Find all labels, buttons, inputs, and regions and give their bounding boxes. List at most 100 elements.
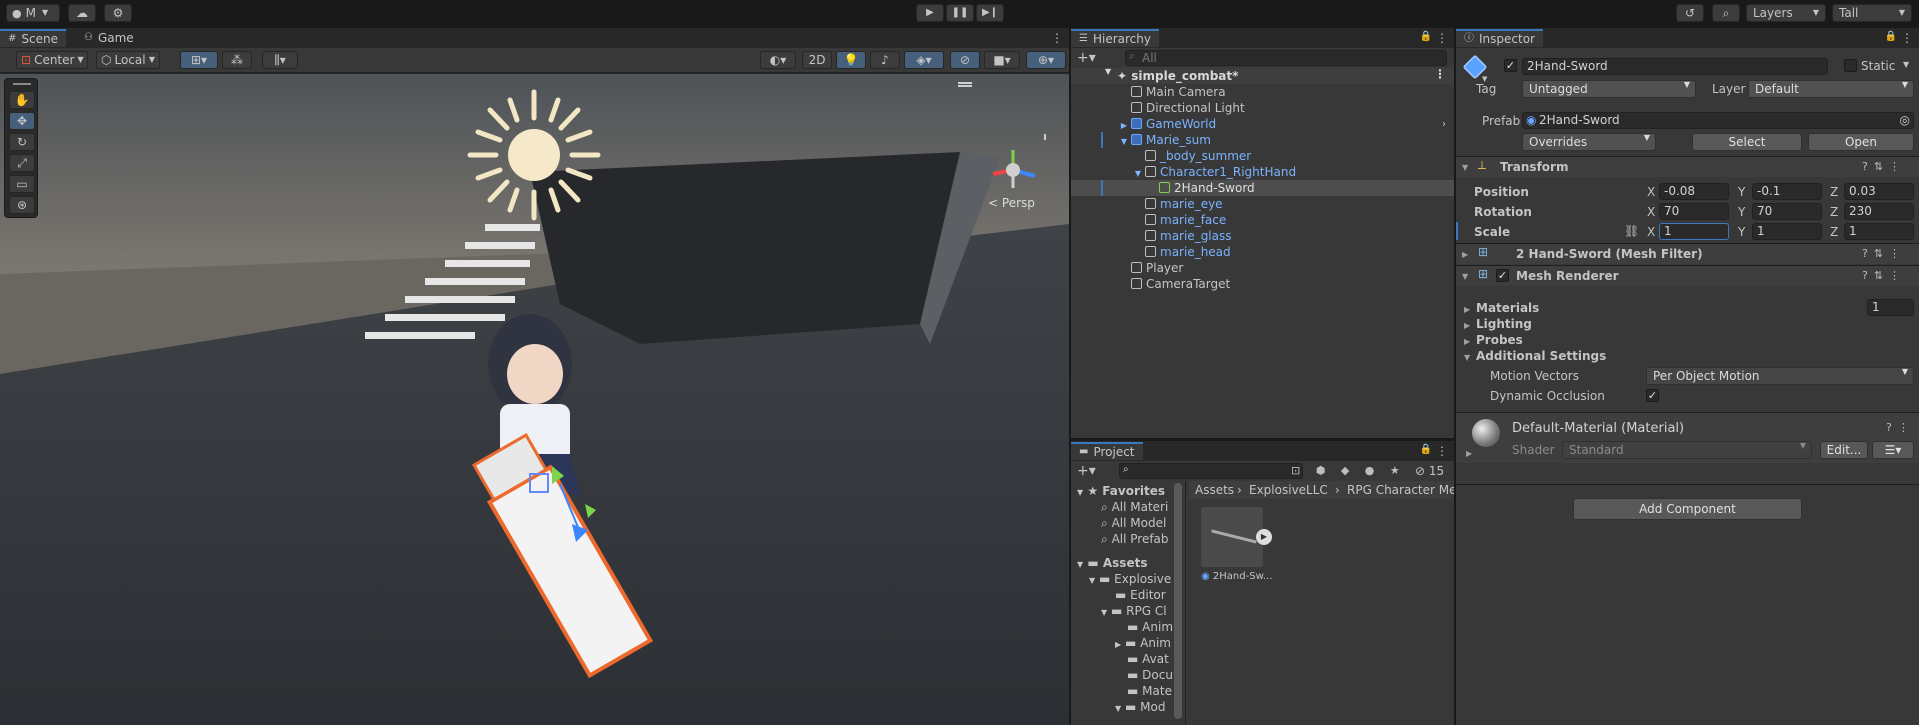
chevron-down-icon[interactable]: ▼ [1903,61,1909,69]
expand-arrow-icon[interactable]: ▼ [1077,561,1083,569]
audio-toggle[interactable]: ♪ [870,51,900,69]
breadcrumb-item[interactable]: Assets [1195,483,1234,497]
shader-menu-button[interactable]: ☰▾ [1872,441,1914,459]
layers-dropdown[interactable]: Layers ▼ [1746,4,1826,22]
folder-item[interactable]: ▬ Mate [1127,683,1172,699]
lock-icon[interactable]: 🔒 [1420,32,1432,42]
expand-arrow-icon[interactable]: ▶ [1464,337,1470,346]
component-header-icons[interactable]: ?⇅⋮ [1862,247,1906,260]
search-button[interactable]: ⌕ [1712,4,1740,22]
hand-tool-button[interactable]: ✋ [9,91,35,109]
folder-item[interactable]: ▬ Docu [1127,667,1173,683]
rect-tool-button[interactable]: ▭ [9,175,35,193]
overrides-dropdown[interactable]: Overrides ▼ [1522,133,1656,151]
favorite-item[interactable]: ⌕ All Materi [1101,499,1168,515]
expand-arrow-icon[interactable]: ▼ [1077,489,1083,497]
camera-dropdown[interactable]: ■▾ [984,51,1020,69]
expand-arrow-icon[interactable]: ▼ [1117,138,1131,146]
rotate-tool-button[interactable]: ↻ [9,133,35,151]
hierarchy-item-marie-glass[interactable]: marie_glass [1145,228,1232,244]
component-header-icons[interactable]: ?⋮ [1886,421,1915,434]
materials-label[interactable]: Materials [1476,301,1539,315]
layer-dropdown[interactable]: Default ▼ [1748,80,1914,98]
hidden-count[interactable]: ⊘ 15 [1415,464,1444,478]
history-button[interactable]: ↺ [1676,4,1704,22]
scene-root[interactable]: ▼ ✦ simple_combat* ⋮ [1071,68,1454,84]
position-x-input[interactable]: -0.08 [1659,183,1729,200]
expand-arrow-icon[interactable]: ▶ [1117,122,1131,130]
mode-2d-button[interactable]: 2D [802,51,832,69]
transform-header[interactable]: ▼ ⟂ Transform ?⇅⋮ [1456,157,1919,177]
constrain-link-icon[interactable]: ⛓ [1624,225,1639,237]
more-options-icon[interactable]: ⋮ [1436,32,1448,44]
breadcrumb-item[interactable]: RPG Character Meca [1347,483,1454,497]
more-options-icon[interactable]: ⋮ [1436,445,1448,457]
pivot-dropdown[interactable]: ⊡ Center ▼ [16,51,88,69]
hierarchy-item-right-hand[interactable]: ▼ Character1_RightHand [1131,164,1296,180]
move-tool-button[interactable]: ✥ [9,112,35,130]
open-button[interactable]: Open [1808,133,1914,151]
assets-header[interactable]: ▼ ▬ Assets [1077,555,1147,571]
align-button[interactable]: ⫼▾ [262,51,298,69]
favorites-header[interactable]: ▼ ★ Favorites [1077,483,1165,499]
layout-dropdown[interactable]: Tall ▼ [1832,4,1912,22]
tag-dropdown[interactable]: Untagged ▼ [1522,80,1696,98]
rotation-z-input[interactable]: 230 [1844,203,1914,220]
breadcrumb-item[interactable]: ExplosiveLLC [1249,483,1328,497]
expand-arrow-icon[interactable]: ▶ [1466,449,1472,458]
object-name-input[interactable]: 2Hand-Sword [1522,58,1828,75]
scale-x-input[interactable]: 1 [1659,223,1729,240]
play-circle-icon[interactable]: ▶ [1256,529,1272,545]
asset-tile[interactable]: ▶ ◉ 2Hand-Sw... [1201,507,1277,587]
hierarchy-item-marie-sum[interactable]: ▼ Marie_sum [1117,132,1211,148]
expand-arrow-icon[interactable]: ▼ [1115,705,1121,713]
hierarchy-item-marie-face[interactable]: marie_face [1145,212,1226,228]
lighting-toggle[interactable]: 💡 [836,51,866,69]
shader-dropdown[interactable]: Standard ▼ [1562,441,1812,459]
folder-item[interactable]: ▼ ▬ Mod [1115,699,1165,715]
transform-tool-button[interactable]: ⊛ [9,196,35,214]
hierarchy-item-marie-eye[interactable]: marie_eye [1145,196,1223,212]
tree-scrollbar[interactable] [1174,483,1182,719]
hierarchy-search-input[interactable]: ⌕ All [1125,50,1447,66]
favorite-item[interactable]: ⌕ All Model [1101,515,1166,531]
more-options-icon[interactable]: ⋮ [1434,68,1446,80]
collab-button[interactable]: ⚙ [104,4,132,22]
scene-viewport[interactable]: < Persp ✋ ✥ ↻ ⤢ ▭ ⊛ [0,74,1069,725]
scale-y-input[interactable]: 1 [1752,223,1822,240]
mesh-filter-header[interactable]: ▶ ⊞ 2 Hand-Sword (Mesh Filter) ?⇅⋮ [1456,244,1919,264]
rotation-y-input[interactable]: 70 [1752,203,1822,220]
tab-game[interactable]: ⚇ Game [76,29,142,47]
scale-z-input[interactable]: 1 [1844,223,1914,240]
account-dropdown[interactable]: ● M ▼ [6,4,60,22]
probes-label[interactable]: Probes [1476,333,1523,347]
active-checkbox[interactable]: ✓ [1504,59,1517,72]
folder-item[interactable]: ▶ ▬ Anim [1115,635,1171,651]
hierarchy-item-body-summer[interactable]: _body_summer [1145,148,1251,164]
component-header-icons[interactable]: ?⇅⋮ [1862,269,1906,282]
add-component-button[interactable]: Add Component [1573,498,1802,520]
hierarchy-item-marie-head[interactable]: marie_head [1145,244,1231,260]
mesh-renderer-enabled-checkbox[interactable]: ✓ [1496,269,1509,282]
favorite-item[interactable]: ⌕ All Prefab [1101,531,1169,547]
expand-arrow-icon[interactable]: ▼ [1462,272,1468,281]
step-button[interactable]: ▶❙ [976,4,1004,22]
materials-count-input[interactable]: 1 [1867,299,1914,316]
grid-snap-button[interactable]: ⊞▾ [180,51,218,69]
play-button[interactable]: ▶ [916,4,944,22]
expand-arrow-icon[interactable]: ▼ [1089,577,1095,585]
scale-tool-button[interactable]: ⤢ [9,154,35,172]
lock-icon[interactable]: 🔒 [1885,32,1897,42]
palette-handle[interactable] [13,83,31,85]
dynamic-occlusion-checkbox[interactable]: ✓ [1646,389,1659,402]
select-button[interactable]: Select [1692,133,1802,151]
static-checkbox[interactable] [1844,59,1857,72]
snap-increment-button[interactable]: ⁂ [222,51,252,69]
rotation-x-input[interactable]: 70 [1659,203,1729,220]
project-search-input[interactable]: ⌕ [1119,463,1303,479]
hierarchy-item-directional-light[interactable]: Directional Light [1131,100,1245,116]
projection-label[interactable]: < Persp [988,196,1035,210]
cloud-button[interactable]: ☁ [68,4,96,22]
expand-arrow-icon[interactable]: ▼ [1101,609,1107,617]
project-filter-icons[interactable]: ⊡ ⬢ ◆ ● ★ [1291,464,1406,477]
